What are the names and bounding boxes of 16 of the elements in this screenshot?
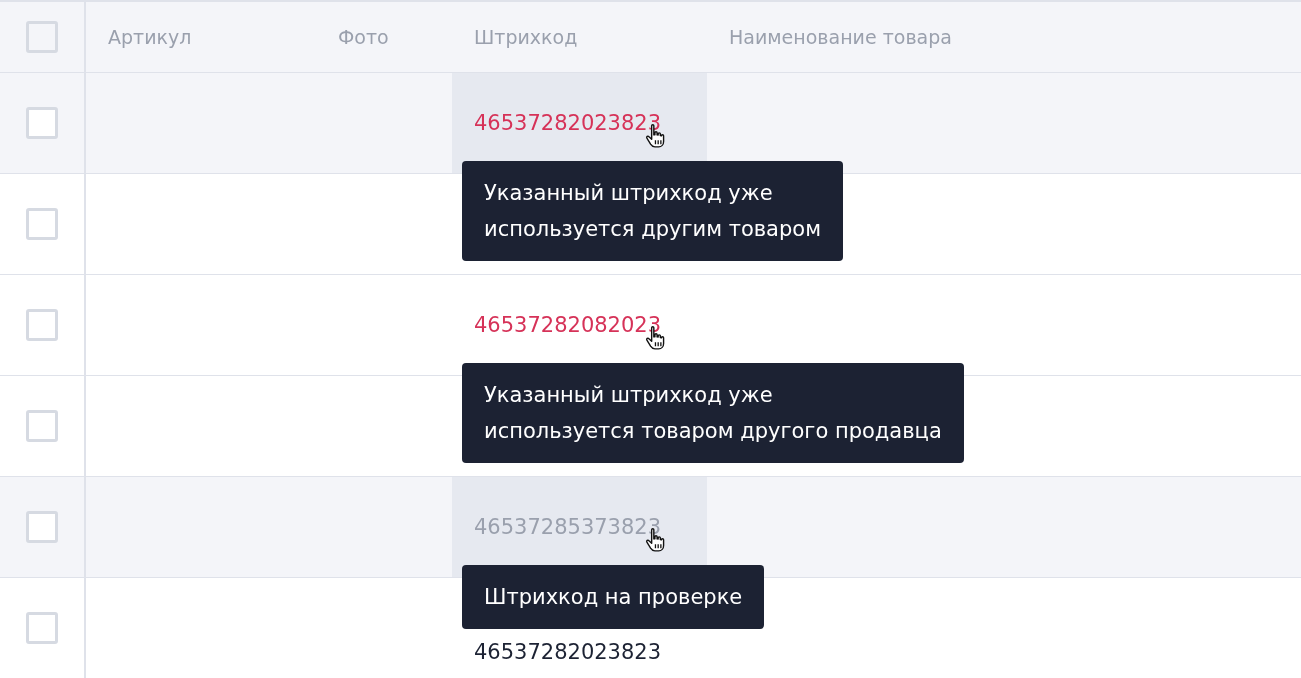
barcode-text: 46537285373823 [474, 515, 662, 539]
select-all-checkbox[interactable] [26, 21, 58, 53]
tooltip-text: Штрихкод на проверке [484, 584, 743, 611]
tooltip-text: Указанный штрихкод уже [484, 180, 774, 207]
barcode-text: 46537282082023 [474, 313, 662, 337]
row-checkbox[interactable] [26, 410, 58, 442]
tooltip-text: Указанный штрихкод уже [484, 382, 774, 409]
row-checkbox[interactable] [26, 107, 58, 139]
tooltip-text: используется другим товаром [484, 216, 821, 243]
row-checkbox[interactable] [26, 208, 58, 240]
barcode-text: 46537282023823 [474, 111, 662, 135]
row-checkbox[interactable] [26, 511, 58, 543]
row-checkbox[interactable] [26, 309, 58, 341]
row-checkbox[interactable] [26, 612, 58, 644]
barcode-text: 46537282023823 [474, 640, 662, 664]
tooltip-text: используется товаром другого продавца [484, 418, 942, 445]
